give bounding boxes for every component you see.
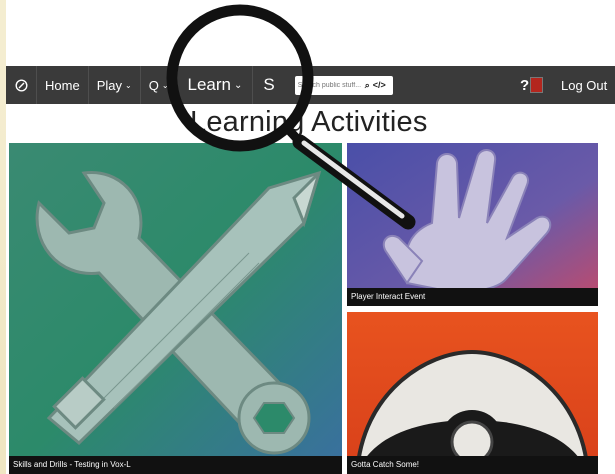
nav-play-label: Play [96, 77, 122, 93]
activity-card-skills[interactable]: Skills and Drills - Testing in Vox-L [9, 143, 342, 474]
nav-play[interactable]: Play ⌄ [89, 66, 141, 104]
nav-home[interactable]: Home [37, 66, 89, 104]
nav-quest-label: Q [148, 77, 159, 93]
pokeball-icon [347, 312, 598, 474]
activity-card-catch[interactable]: Gotta Catch Some! [347, 312, 598, 474]
search-input[interactable] [297, 81, 362, 89]
help-button[interactable]: ? [520, 75, 544, 95]
top-navbar: Home Play⌄ Q⌄ Learn⌄ S ⌕ </> ? Log Out [6, 66, 615, 104]
logout-link[interactable]: Log Out [561, 66, 607, 104]
wrench-pencil-icon [9, 143, 342, 474]
nav-quest[interactable]: Q ⌄ [141, 66, 178, 104]
card-caption: Player Interact Event [347, 288, 598, 306]
page-title: Learning Activities [190, 106, 428, 138]
nav-learn-label: Learn [187, 75, 231, 94]
card-caption: Skills and Drills - Testing in Vox-L [9, 456, 342, 474]
chevron-down-icon: ⌄ [234, 79, 243, 91]
hand-print-icon [347, 143, 598, 306]
chevron-down-icon: ⌄ [161, 80, 169, 90]
chevron-down-icon: ⌄ [124, 80, 132, 90]
help-label: ? [520, 76, 530, 94]
search-icon[interactable]: ⌕ [365, 80, 370, 91]
card-caption: Gotta Catch Some! [347, 456, 598, 474]
activity-card-player-interact[interactable]: Player Interact Event [347, 143, 598, 306]
code-icon[interactable]: </> [373, 80, 386, 90]
nav-learn[interactable]: Learn ⌄ [178, 66, 254, 104]
nav-s-label: S [263, 75, 275, 94]
nav-s[interactable]: S [253, 66, 284, 104]
flag-icon [530, 77, 544, 93]
compass-icon[interactable] [6, 66, 37, 104]
browser-screen: Home Play⌄ Q⌄ Learn⌄ S ⌕ </> ? Log Out L… [6, 0, 615, 474]
search-box: ⌕ </> [294, 75, 393, 95]
